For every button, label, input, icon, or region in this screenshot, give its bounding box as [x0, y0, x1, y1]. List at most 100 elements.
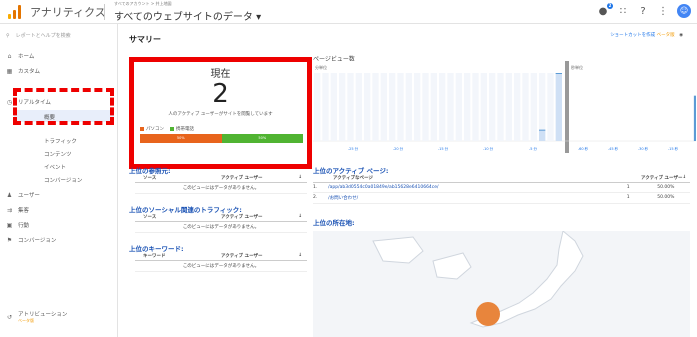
row-number: 2.	[313, 195, 318, 200]
minute-tick-label: -5 分	[529, 146, 538, 151]
sidebar-item-label: ユーザー	[18, 193, 40, 199]
column-header[interactable]: ソース	[135, 214, 221, 220]
notifications-icon[interactable]: ● 2	[597, 2, 613, 17]
legend-item-pc: パソコン	[140, 126, 164, 132]
minute-bar-bg	[439, 73, 446, 141]
per-second-label: 秒単位	[571, 64, 583, 70]
location-marker[interactable]	[476, 302, 500, 326]
header-divider	[104, 4, 105, 20]
sort-arrow-icon[interactable]: ↓	[298, 214, 302, 220]
active-users-description: 人のアクティブ ユーザーがサイトを閲覧しています	[168, 112, 273, 117]
minute-tick-label: -20 分	[393, 146, 404, 151]
apps-grid-icon[interactable]: ∷	[617, 6, 629, 17]
minute-bar-bg	[547, 73, 554, 141]
device-legend: パソコン 携帯電話	[140, 126, 194, 132]
sidebar-item-custom[interactable]: ▦ カスタム	[6, 67, 41, 76]
sidebar-item-label: ホーム	[18, 54, 35, 60]
create-shortcut-link[interactable]: ショートカットを作成 ベータ版 ◉	[610, 32, 683, 38]
minute-bar-bg	[414, 73, 421, 141]
minute-bar	[539, 129, 546, 141]
page-link[interactable]: /app/ab3d0554c0a01849e/ab15628e6410664ce…	[328, 185, 599, 190]
sidebar-item-content[interactable]: コンテンツ	[44, 150, 72, 158]
table-row: 2. /お問い合わせ/ 1 50.00%	[313, 193, 690, 204]
legend-item-mobile: 携帯電話	[170, 126, 194, 132]
per-minute-label: 分単位	[315, 64, 327, 70]
minute-bar-bg	[389, 73, 396, 141]
search-box[interactable]: ⚲ レポートとヘルプを検索	[6, 32, 71, 40]
users-percent: 50.00%	[657, 185, 675, 190]
main-content: サマリー ショートカットを作成 ベータ版 ◉ 現在 2 人のアクティブ ユーザー…	[119, 24, 697, 337]
minute-tick-label: -10 分	[483, 146, 494, 151]
behavior-icon: ▣	[6, 221, 13, 229]
sort-arrow-icon[interactable]: ↓	[682, 175, 686, 181]
column-header[interactable]: アクティブ ユーザー	[221, 214, 298, 220]
second-bar	[693, 95, 696, 141]
sidebar-item-rt-conversions[interactable]: コンバージョン	[44, 176, 82, 184]
table-row: 1. /app/ab3d0554c0a01849e/ab15628e641066…	[313, 183, 690, 193]
minute-bar	[555, 73, 562, 141]
pageviews-chart: 分単位 秒単位 -25 分 -20 分 -15 分 -10 分 -5 分 -60 秒 -4…	[313, 61, 696, 153]
sort-arrow-icon[interactable]: ↓	[298, 253, 302, 259]
minute-bar-bg	[339, 73, 346, 141]
users-value: 1	[626, 185, 630, 190]
sidebar-item-traffic[interactable]: トラフィック	[44, 137, 77, 145]
shortcut-label: ショートカットを作成	[610, 33, 656, 38]
sort-arrow-icon[interactable]: ↓	[298, 175, 302, 181]
minute-bar-bg	[464, 73, 471, 141]
account-selector[interactable]: すべてのウェブサイトのデータ ▾	[114, 8, 261, 23]
page-link[interactable]: /お問い合わせ/	[328, 195, 599, 201]
social-table: ソース アクティブ ユーザー ↓ このビューにはデータがありません。	[135, 213, 307, 233]
app-name: アナリティクス	[30, 6, 106, 19]
minute-tick-label: -15 分	[438, 146, 449, 151]
minute-bar-bg	[330, 73, 337, 141]
sidebar-item-conversions[interactable]: ⚑ コンバージョン	[6, 236, 57, 245]
minute-bar-bg	[447, 73, 454, 141]
more-menu-icon[interactable]: ⋮	[657, 6, 669, 17]
sidebar-item-acquisition[interactable]: ⇉ 集客	[6, 206, 29, 215]
legend-label: パソコン	[146, 127, 164, 132]
analytics-logo-icon[interactable]	[8, 5, 22, 19]
minute-bar-bg	[347, 73, 354, 141]
japan-map-graphic	[372, 231, 584, 328]
now-label: 現在	[210, 69, 231, 80]
minute-bar-bg	[480, 73, 487, 141]
minute-bar-bg	[405, 73, 412, 141]
minute-bar-bg	[489, 73, 496, 141]
minute-bar-bg	[422, 73, 429, 141]
mobile-share-segment: 50%	[221, 134, 303, 143]
sidebar-item-audience[interactable]: ♟ ユーザー	[6, 191, 40, 200]
help-icon[interactable]: ?	[637, 6, 649, 17]
minute-tick-label: -25 分	[348, 146, 359, 151]
column-header[interactable]: アクティブなページ	[313, 175, 600, 181]
minute-bar-bg	[514, 73, 521, 141]
users-percent: 50.00%	[657, 195, 675, 200]
acquisition-icon: ⇉	[6, 206, 13, 214]
minute-bar-bg	[380, 73, 387, 141]
sidebar-item-behavior[interactable]: ▣ 行動	[6, 221, 29, 230]
sidebar-item-events[interactable]: イベント	[44, 163, 66, 171]
column-header[interactable]: アクティブ ユーザー	[221, 253, 298, 259]
breadcrumb[interactable]: すべてのアカウント > 井上地図	[114, 1, 171, 7]
sidebar-item-attribution[interactable]: ↺ アトリビューション ベータ版	[6, 310, 67, 324]
second-tick-label: -30 秒	[638, 146, 649, 151]
users-value: 1	[626, 195, 630, 200]
column-header[interactable]: アクティブ ユーザー	[221, 175, 298, 181]
search-input[interactable]: レポートとヘルプを検索	[16, 32, 71, 39]
grid-icon: ▦	[6, 67, 13, 75]
beta-badge: ベータ版	[18, 318, 34, 323]
clock-icon: ◷	[6, 98, 13, 106]
eye-icon[interactable]: ◉	[679, 33, 683, 38]
empty-message: このビューにはデータがありません。	[135, 183, 307, 194]
sidebar-item-label: カスタム	[18, 69, 41, 75]
column-header[interactable]: ソース	[135, 175, 221, 181]
column-header[interactable]: キーワード	[135, 253, 221, 259]
sidebar-item-home[interactable]: ⌂ ホーム	[6, 52, 35, 61]
minute-bar-bg	[314, 73, 321, 141]
column-header[interactable]: アクティブ ユーザー	[600, 175, 682, 181]
avatar[interactable]: ☺	[677, 4, 691, 18]
minute-bar-bg	[472, 73, 479, 141]
minute-bar-bg	[505, 73, 512, 141]
location-map[interactable]	[313, 231, 690, 337]
second-tick-label: -45 秒	[608, 146, 619, 151]
active-pages-table: アクティブなページ アクティブ ユーザー ↓ 1. /app/ab3d0554c0a…	[313, 174, 690, 204]
